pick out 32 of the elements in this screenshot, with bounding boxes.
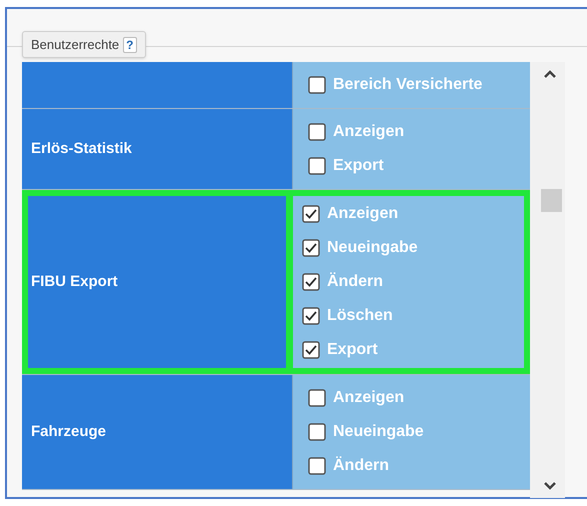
permission-label: Export <box>327 340 378 360</box>
checkbox[interactable] <box>308 76 326 94</box>
help-icon[interactable]: ? <box>123 36 137 52</box>
category-label: Erlös-Statistik <box>31 138 132 159</box>
scrollbar[interactable] <box>530 62 565 498</box>
scroll-down-icon[interactable] <box>544 482 556 490</box>
checkbox[interactable] <box>302 205 320 223</box>
scrollbar-thumb[interactable] <box>541 189 562 212</box>
checkbox[interactable] <box>308 123 326 141</box>
checkbox[interactable] <box>302 307 320 325</box>
permission-label: Anzeigen <box>333 122 404 142</box>
permission-label: Export <box>333 156 384 176</box>
category-label: Fahrzeuge <box>31 422 106 442</box>
permission-label: Ändern <box>333 455 389 476</box>
permission-label: Löschen <box>327 306 393 326</box>
checkbox[interactable] <box>308 157 326 175</box>
tab-label: Benutzerrechte <box>31 36 120 54</box>
checkbox[interactable] <box>302 341 320 359</box>
category-label: FIBU Export <box>31 272 118 292</box>
permission-label: Neueingabe <box>333 422 424 442</box>
scroll-up-icon[interactable] <box>544 70 556 78</box>
permission-label: Neueingabe <box>327 238 418 258</box>
checkbox[interactable] <box>302 273 320 291</box>
checkbox[interactable] <box>308 423 326 441</box>
permission-label: Anzeigen <box>327 204 398 224</box>
permission-label: Ändern <box>327 271 383 292</box>
checkbox[interactable] <box>308 457 326 475</box>
permission-label: Bereich Versicherte <box>333 75 482 95</box>
checkbox[interactable] <box>308 389 326 407</box>
permission-label: Anzeigen <box>333 388 404 408</box>
checkbox[interactable] <box>302 239 320 257</box>
tab[interactable]: Benutzerrechte ? <box>22 31 146 58</box>
